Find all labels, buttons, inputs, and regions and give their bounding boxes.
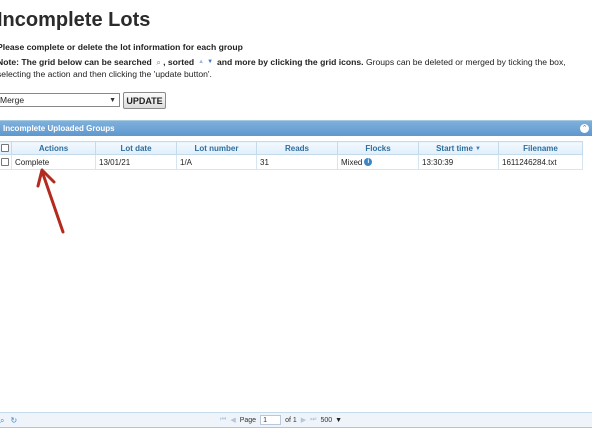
- column-header-reads[interactable]: Reads: [256, 141, 338, 155]
- action-select-value: Merge: [0, 95, 25, 105]
- row-filename: 1611246284.txt: [498, 154, 583, 170]
- search-icon[interactable]: ⌕: [0, 416, 4, 426]
- note-line-2: selecting the action and then clicking t…: [0, 69, 212, 79]
- first-page-icon[interactable]: ⏮: [220, 416, 226, 424]
- intro-text: Please complete or delete the lot inform…: [0, 42, 243, 52]
- prev-page-icon[interactable]: ◀: [230, 416, 235, 424]
- start-time-label: Start time: [436, 143, 473, 153]
- column-header-actions[interactable]: Actions: [11, 141, 96, 155]
- column-header-start-time[interactable]: Start time ▼: [418, 141, 499, 155]
- page-count: of 1: [285, 416, 297, 424]
- chevron-down-icon: ▼: [109, 96, 116, 104]
- rows-per-page-value: 500: [320, 416, 333, 424]
- page-number-input[interactable]: 1: [260, 415, 282, 425]
- rows-per-page-select[interactable]: 500 ▼: [320, 417, 342, 424]
- sort-up-icon: ▲: [198, 59, 205, 65]
- row-start-time: 13:30:39: [418, 154, 499, 170]
- row-lot-number: 1/A: [176, 154, 257, 170]
- table-row: Complete 13/01/21 1/A 31 Mixed i 13:30:39…: [0, 154, 583, 170]
- grid-help-note: Note: The grid below can be searched ⌕, …: [0, 56, 592, 69]
- column-header-row: Actions Lot date Lot number Reads Flocks…: [0, 141, 583, 155]
- select-all-checkbox[interactable]: [0, 141, 12, 155]
- groups-table: Actions Lot date Lot number Reads Flocks…: [0, 141, 583, 170]
- row-checkbox[interactable]: [0, 154, 12, 170]
- update-button[interactable]: UPDATE: [123, 92, 166, 109]
- incomplete-groups-grid: Incomplete Uploaded Groups ⌃ Actions Lot…: [0, 120, 592, 428]
- column-header-filename[interactable]: Filename: [498, 141, 583, 155]
- note-prefix: Note: The grid below can be searched: [0, 57, 152, 67]
- row-lot-date: 13/01/21: [95, 154, 177, 170]
- next-page-icon[interactable]: ▶: [301, 416, 306, 424]
- search-icon: ⌕: [156, 58, 161, 67]
- column-header-flocks[interactable]: Flocks: [337, 141, 419, 155]
- sort-down-icon: ▼: [207, 59, 214, 65]
- grid-pager: ⌕ ↻ ⏮ ◀ Page 1 of 1 ▶ ⏭ 500 ▼: [0, 412, 592, 427]
- row-reads: 31: [256, 154, 338, 170]
- page-title: Incomplete Lots: [0, 9, 151, 31]
- grid-title: Incomplete Uploaded Groups: [3, 124, 115, 133]
- info-icon[interactable]: i: [364, 158, 373, 167]
- refresh-icon[interactable]: ↻: [10, 416, 17, 426]
- row-action-complete[interactable]: Complete: [11, 154, 96, 170]
- row-flocks-value: Mixed: [341, 157, 363, 167]
- sort-down-icon: ▼: [474, 145, 481, 152]
- column-header-lot-number[interactable]: Lot number: [176, 141, 257, 155]
- column-header-lot-date[interactable]: Lot date: [95, 141, 177, 155]
- page-label: Page: [239, 416, 257, 424]
- note-rest: Groups can be deleted or merged by ticki…: [363, 57, 566, 67]
- last-page-icon[interactable]: ⏭: [310, 416, 316, 424]
- chevron-down-icon: ▼: [335, 416, 343, 424]
- note-sorted: , sorted: [163, 57, 195, 67]
- grid-caption: Incomplete Uploaded Groups ⌃: [0, 121, 592, 136]
- action-select[interactable]: Merge ▼: [0, 93, 120, 107]
- collapse-icon[interactable]: ⌃: [580, 124, 589, 133]
- row-flocks: Mixed i: [337, 154, 419, 170]
- note-more: and more by clicking the grid icons.: [216, 57, 364, 67]
